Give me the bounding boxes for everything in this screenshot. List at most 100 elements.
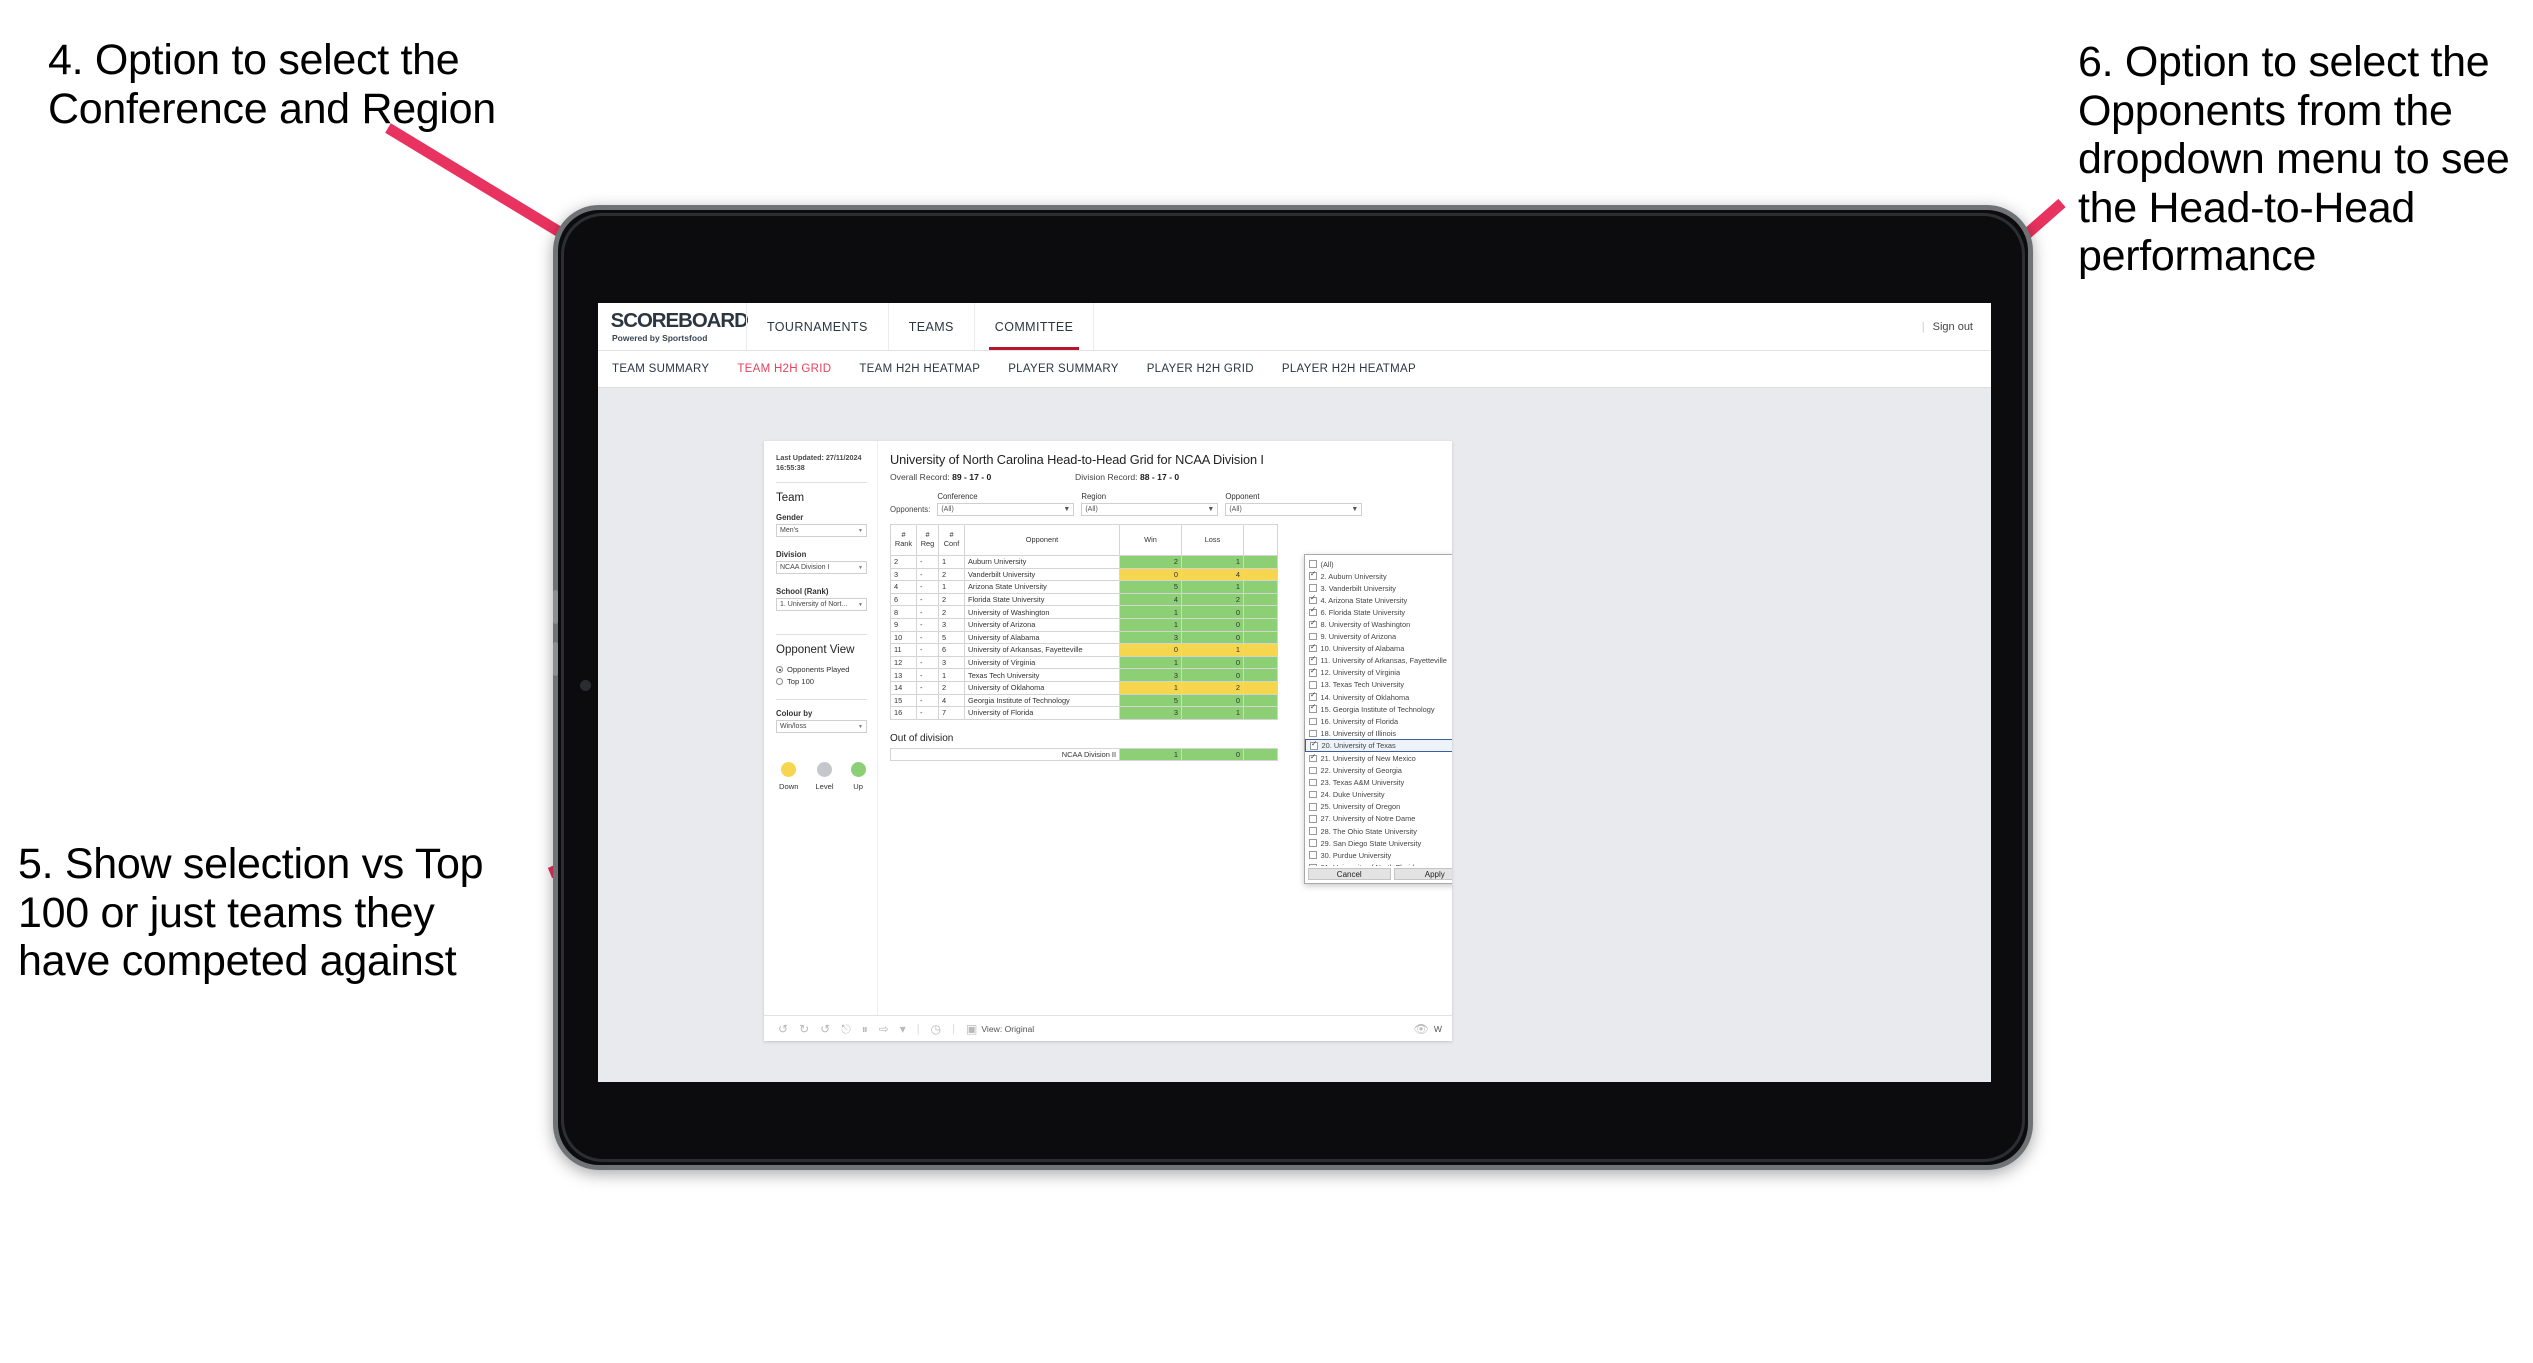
- colour-by-select[interactable]: Win/loss ▼: [776, 720, 867, 734]
- checkbox-icon[interactable]: [1309, 632, 1317, 641]
- nav-item-tournaments[interactable]: TOURNAMENTS: [746, 303, 888, 350]
- division-select[interactable]: NCAA Division I ▼: [776, 561, 867, 575]
- checkbox-icon[interactable]: [1309, 851, 1317, 859]
- checkbox-icon[interactable]: [1309, 815, 1317, 823]
- revert-icon[interactable]: ↺: [820, 1023, 830, 1035]
- opponent-option[interactable]: 29. San Diego State University: [1305, 837, 1452, 849]
- opponent-option[interactable]: 10. University of Alabama: [1305, 643, 1452, 655]
- opponent-option[interactable]: 16. University of Florida: [1305, 715, 1452, 727]
- checkbox-icon[interactable]: [1309, 778, 1317, 787]
- table-row[interactable]: 11-6 University of Arkansas, Fayetteville…: [890, 643, 1278, 657]
- opponent-option[interactable]: 21. University of New Mexico: [1305, 752, 1452, 764]
- opponent-option[interactable]: 11. University of Arkansas, Fayetteville: [1305, 655, 1452, 667]
- checkbox-icon[interactable]: [1309, 655, 1317, 665]
- table-row[interactable]: 9-3 University of Arizona 1 0: [890, 617, 1278, 632]
- table-row[interactable]: 8-2 University of Washington 1 0: [890, 605, 1278, 619]
- opponent-select[interactable]: (All) ▼: [1225, 503, 1363, 516]
- checkbox-icon[interactable]: [1309, 803, 1317, 811]
- table-row[interactable]: 14-2 University of Oklahoma 1 2: [890, 680, 1278, 695]
- subnav-item-team-h2h-grid[interactable]: TEAM H2H GRID: [737, 363, 831, 375]
- table-row[interactable]: 4-1 Arizona State University 5 1: [890, 580, 1278, 594]
- volume-down-button[interactable]: [553, 642, 558, 676]
- subnav-item-team-summary[interactable]: TEAM SUMMARY: [612, 363, 709, 375]
- eye-icon[interactable]: 👁: [1414, 1023, 1429, 1035]
- opponent-option[interactable]: 8. University of Washington: [1305, 618, 1452, 630]
- subnav-item-player-h2h-heatmap[interactable]: PLAYER H2H HEATMAP: [1282, 363, 1416, 375]
- opponent-option-list[interactable]: (All) 2. Auburn University 3. Vanderbilt U…: [1305, 555, 1452, 866]
- table-row[interactable]: 6-2 Florida State University 4 2: [890, 592, 1278, 607]
- apply-button[interactable]: Apply: [1393, 868, 1452, 880]
- sign-out-area[interactable]: | Sign out: [1922, 303, 1991, 350]
- undo-icon[interactable]: ↺: [778, 1023, 788, 1035]
- opponent-option[interactable]: 3. Vanderbilt University: [1305, 582, 1452, 594]
- checkbox-icon[interactable]: [1309, 607, 1317, 617]
- table-row[interactable]: 2-1 Auburn University 2 1: [890, 555, 1278, 569]
- opponent-option[interactable]: 18. University of Illinois: [1305, 727, 1452, 739]
- checkbox-icon[interactable]: [1309, 753, 1317, 763]
- opponent-option[interactable]: 6. Florida State University: [1305, 606, 1452, 618]
- checkbox-icon[interactable]: [1309, 766, 1317, 775]
- checkbox-icon[interactable]: [1310, 740, 1318, 750]
- opponent-option[interactable]: 28. The Ohio State University: [1305, 825, 1452, 837]
- opponent-option[interactable]: 13. Texas Tech University: [1305, 679, 1452, 691]
- table-row[interactable]: 13-1 Texas Tech University 3 0: [890, 668, 1278, 682]
- view-original-button[interactable]: ▣ View: Original: [966, 1023, 1034, 1035]
- region-select[interactable]: (All) ▼: [1081, 503, 1219, 516]
- checkbox-icon[interactable]: [1309, 643, 1317, 653]
- checkbox-icon[interactable]: [1309, 667, 1317, 677]
- checkbox-icon[interactable]: [1309, 839, 1317, 847]
- table-row[interactable]: 3-2 Vanderbilt University 0 4: [890, 567, 1278, 582]
- radio-top-100[interactable]: Top 100: [776, 677, 867, 686]
- checkbox-icon[interactable]: [1309, 595, 1317, 605]
- checkbox-icon[interactable]: [1309, 863, 1317, 866]
- share-icon[interactable]: ⇨: [879, 1023, 889, 1035]
- conference-select[interactable]: (All) ▼: [937, 503, 1075, 516]
- opponent-option[interactable]: 22. University of Georgia: [1305, 765, 1452, 777]
- radio-opponents-played[interactable]: Opponents Played: [776, 665, 867, 674]
- opponent-option[interactable]: 15. Georgia Institute of Technology: [1305, 703, 1452, 715]
- brand-logo[interactable]: SCOREBOARD Powered by Sportsfood: [598, 303, 749, 350]
- checkbox-icon[interactable]: [1309, 584, 1317, 592]
- opponent-dropdown-popup[interactable]: (All) 2. Auburn University 3. Vanderbilt U…: [1304, 554, 1452, 884]
- nav-item-committee[interactable]: COMMITTEE: [973, 303, 1094, 350]
- checkbox-icon[interactable]: [1309, 703, 1317, 713]
- checkbox-icon[interactable]: [1309, 560, 1317, 568]
- school-rank-select[interactable]: 1. University of Nort... ▼: [776, 598, 867, 612]
- opponent-option[interactable]: 23. Texas A&M University: [1305, 777, 1452, 789]
- table-row[interactable]: 15-4 Georgia Institute of Technology 5 0: [890, 693, 1278, 708]
- nav-item-teams[interactable]: TEAMS: [887, 303, 974, 350]
- sign-out-link[interactable]: Sign out: [1933, 321, 1973, 333]
- cancel-button[interactable]: Cancel: [1308, 868, 1391, 880]
- checkbox-icon[interactable]: [1309, 827, 1317, 835]
- subnav-item-team-h2h-heatmap[interactable]: TEAM H2H HEATMAP: [859, 363, 980, 375]
- opponent-option[interactable]: 2. Auburn University: [1305, 570, 1452, 582]
- opponent-option[interactable]: 25. University of Oregon: [1305, 801, 1452, 813]
- opponent-option[interactable]: 9. University of Arizona: [1305, 631, 1452, 643]
- subnav-item-player-summary[interactable]: PLAYER SUMMARY: [1008, 363, 1119, 375]
- checkbox-icon[interactable]: [1309, 691, 1317, 701]
- gender-select[interactable]: Men's ▼: [776, 524, 867, 538]
- clock-icon[interactable]: ◷: [931, 1023, 941, 1035]
- opponent-option[interactable]: (All): [1305, 558, 1452, 570]
- checkbox-icon[interactable]: [1309, 619, 1317, 629]
- pause-icon[interactable]: ⏸: [862, 1023, 868, 1035]
- opponent-option[interactable]: 24. Duke University: [1305, 789, 1452, 801]
- checkbox-icon[interactable]: [1309, 729, 1317, 738]
- opponent-option[interactable]: 30. Purdue University: [1305, 849, 1452, 861]
- out-of-division-row[interactable]: NCAA Division II 1 0: [890, 747, 1278, 762]
- table-row[interactable]: 10-5 University of Alabama 3 0: [890, 630, 1278, 645]
- opponent-option[interactable]: 20. University of Texas: [1305, 739, 1452, 753]
- opponent-option[interactable]: 12. University of Virginia: [1305, 667, 1452, 679]
- opponent-option[interactable]: 14. University of Oklahoma: [1305, 691, 1452, 703]
- refresh-icon[interactable]: ⎋: [841, 1023, 851, 1035]
- subnav-item-player-h2h-grid[interactable]: PLAYER H2H GRID: [1147, 363, 1254, 375]
- checkbox-icon[interactable]: [1309, 681, 1317, 689]
- redo-icon[interactable]: ↻: [799, 1023, 809, 1035]
- chevron-down-icon[interactable]: ▾: [900, 1023, 906, 1035]
- checkbox-icon[interactable]: [1309, 790, 1317, 799]
- table-row[interactable]: 16-7 University of Florida 3 1: [890, 706, 1278, 720]
- opponent-option[interactable]: 27. University of Notre Dame: [1305, 813, 1452, 825]
- volume-up-button[interactable]: [553, 590, 558, 624]
- table-row[interactable]: 12-3 University of Virginia 1 0: [890, 655, 1278, 670]
- checkbox-icon[interactable]: [1309, 570, 1317, 580]
